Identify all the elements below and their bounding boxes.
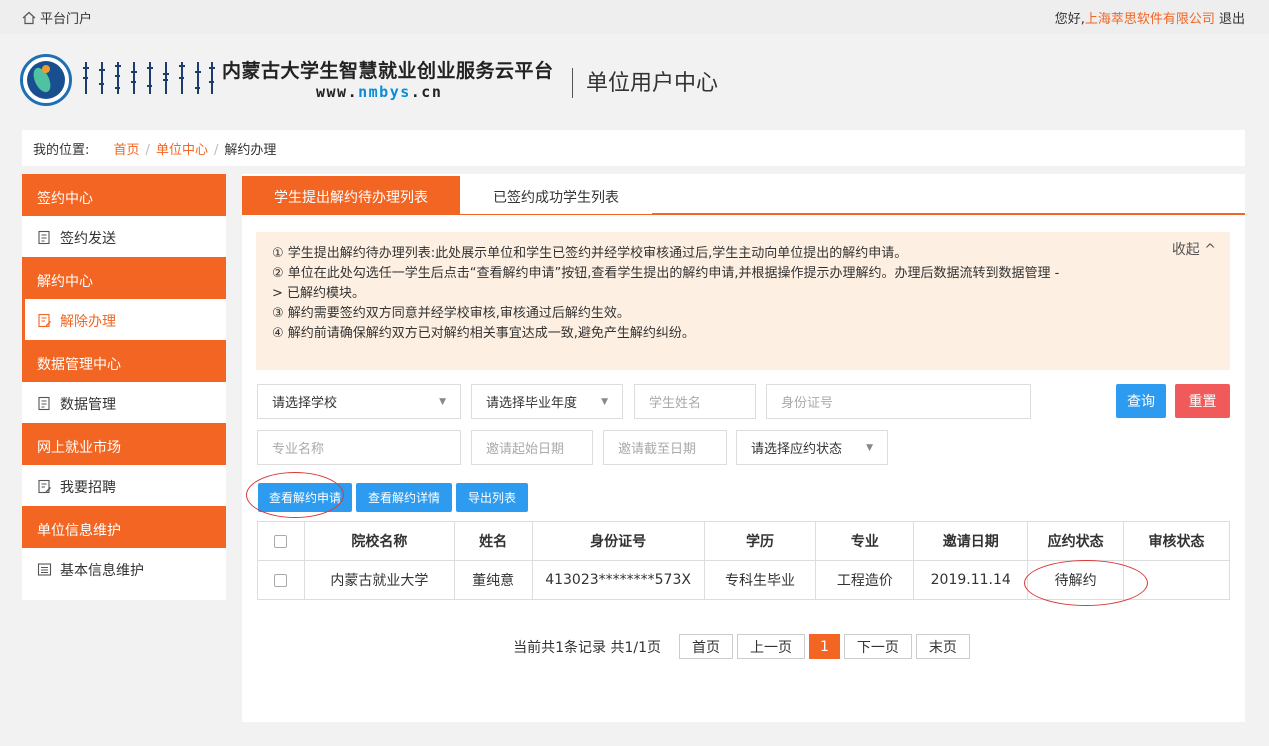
caret-down-icon: ▼ <box>601 396 608 407</box>
sidebar-item-label: 签约发送 <box>60 231 116 247</box>
portal-label: 平台门户 <box>40 12 93 27</box>
select-all-checkbox[interactable] <box>257 521 305 561</box>
status-select[interactable]: 请选择应约状态 ▼ <box>736 430 888 465</box>
document-icon <box>38 396 50 411</box>
center-title: 单位用户中心 <box>586 71 719 96</box>
tab-bar: 学生提出解约待办理列表 已签约成功学生列表 <box>242 176 1245 215</box>
sidebar-item-termination-handle[interactable]: 解除办理 <box>22 299 226 340</box>
major-input[interactable]: 专业名称 <box>257 430 461 465</box>
view-termination-request-button[interactable]: 查看解约申请 <box>258 483 352 512</box>
breadcrumb-home[interactable]: 首页 <box>114 143 140 158</box>
sidebar-item-label: 基本信息维护 <box>60 563 144 579</box>
tab-pending-termination[interactable]: 学生提出解约待办理列表 <box>242 176 460 214</box>
sidebar-item-recruit[interactable]: 我要招聘 <box>22 465 226 506</box>
cell-education: 专科生毕业 <box>703 560 817 600</box>
table-row[interactable]: 内蒙古就业大学 董纯意 413023********573X 专科生毕业 工程造… <box>257 560 1230 600</box>
breadcrumb-unit-center[interactable]: 单位中心 <box>156 143 208 158</box>
sidebar-section-termination: 解约中心 <box>22 257 226 299</box>
column-header: 身份证号 <box>531 521 705 561</box>
id-number-input[interactable]: 身份证号 <box>766 384 1031 419</box>
platform-url: www.nmbys.cn <box>316 83 443 101</box>
top-bar: 平台门户 您好,上海萃思软件有限公司 退出 <box>0 0 1269 34</box>
breadcrumb-label: 我的位置: <box>33 143 90 158</box>
pager-info: 当前共1条记录 共1/1页 <box>513 639 661 656</box>
view-termination-detail-button[interactable]: 查看解约详情 <box>356 483 452 512</box>
collapse-toggle[interactable]: 收起 ^ <box>1172 240 1216 260</box>
column-header: 学历 <box>703 521 817 561</box>
table-header-row: 院校名称 姓名 身份证号 学历 专业 邀请日期 应约状态 审核状态 <box>257 521 1230 561</box>
main-panel: 学生提出解约待办理列表 已签约成功学生列表 收起 ^ ① 学生提出解约待办理列表… <box>242 174 1245 722</box>
caret-down-icon: ▼ <box>439 396 446 407</box>
sidebar-item-data-management[interactable]: 数据管理 <box>22 382 226 423</box>
sidebar-section-job-market: 网上就业市场 <box>22 423 226 465</box>
first-page-button[interactable]: 首页 <box>678 634 733 659</box>
document-icon <box>38 230 50 245</box>
end-date-input[interactable]: 邀请截至日期 <box>603 430 727 465</box>
student-name-input[interactable]: 学生姓名 <box>634 384 756 419</box>
sidebar-item-label: 解除办理 <box>60 314 116 330</box>
caret-down-icon: ▼ <box>866 442 873 453</box>
platform-logo <box>20 54 72 106</box>
column-header: 院校名称 <box>303 521 455 561</box>
prev-page-button[interactable]: 上一页 <box>736 634 805 659</box>
cell-school: 内蒙古就业大学 <box>303 560 455 600</box>
row-checkbox[interactable] <box>257 560 305 600</box>
notice-line: ④ 解约前请确保解约双方已对解约相关事宜达成一致,避免产生解约纠纷。 <box>272 326 695 341</box>
column-header: 专业 <box>815 521 915 561</box>
sidebar-item-sign-send[interactable]: 签约发送 <box>22 216 226 257</box>
sidebar-section-data: 数据管理中心 <box>22 340 226 382</box>
graduation-year-select[interactable]: 请选择毕业年度 ▼ <box>471 384 623 419</box>
edit-document-icon <box>38 479 51 494</box>
sidebar-section-unit-info: 单位信息维护 <box>22 506 226 548</box>
notice-line: ① 学生提出解约待办理列表:此处展示单位和学生已签约并经学校审核通过后,学生主动… <box>272 246 908 261</box>
notice-line: ③ 解约需要签约双方同意并经学校审核,审核通过后解约生效。 <box>272 306 630 321</box>
notice-line: ② 单位在此处勾选任一学生后点击“查看解约申请”按钮,查看学生提出的解约申请,并… <box>272 266 1060 281</box>
query-button[interactable]: 查询 <box>1116 384 1166 418</box>
sidebar-item-basic-info[interactable]: 基本信息维护 <box>22 548 226 589</box>
reset-button[interactable]: 重置 <box>1175 384 1230 418</box>
cell-name: 董纯意 <box>453 560 533 600</box>
breadcrumb: 我的位置: 首页 / 单位中心 / 解约办理 <box>22 130 1245 166</box>
termination-table: 院校名称 姓名 身份证号 学历 专业 邀请日期 应约状态 审核状态 内蒙古就业大… <box>257 521 1230 600</box>
site-header: 内蒙古大学生智慧就业创业服务云平台 www.nmbys.cn 单位用户中心 <box>0 34 1269 126</box>
school-select[interactable]: 请选择学校 ▼ <box>257 384 461 419</box>
pagination: 当前共1条记录 共1/1页 首页 上一页 1 下一页 末页 <box>242 634 1245 659</box>
user-greeting: 您好,上海萃思软件有限公司 退出 <box>1055 8 1245 27</box>
sidebar: 签约中心 签约发送 解约中心 解除办理 数据管理中心 数据管理 网上就业市场 我… <box>22 174 226 600</box>
company-link[interactable]: 上海萃思软件有限公司 <box>1085 12 1215 27</box>
start-date-input[interactable]: 邀请起始日期 <box>471 430 593 465</box>
last-page-button[interactable]: 末页 <box>915 634 970 659</box>
cell-major: 工程造价 <box>815 560 915 600</box>
mongolian-script-logo <box>83 62 215 94</box>
tab-signed-students[interactable]: 已签约成功学生列表 <box>460 176 652 214</box>
column-header: 应约状态 <box>1027 521 1125 561</box>
breadcrumb-current: 解约办理 <box>224 143 277 158</box>
sidebar-item-label: 数据管理 <box>60 397 116 413</box>
column-header: 邀请日期 <box>913 521 1029 561</box>
export-list-button[interactable]: 导出列表 <box>456 483 528 512</box>
next-page-button[interactable]: 下一页 <box>843 634 912 659</box>
notice-line: > 已解约模块。 <box>272 286 366 301</box>
home-icon <box>22 11 36 24</box>
logout-link[interactable]: 退出 <box>1219 12 1245 27</box>
current-page-button[interactable]: 1 <box>808 634 840 659</box>
sidebar-item-label: 我要招聘 <box>60 480 116 496</box>
cell-review-status <box>1123 560 1230 600</box>
column-header: 审核状态 <box>1123 521 1230 561</box>
portal-link[interactable]: 平台门户 <box>22 8 92 27</box>
cell-invite-date: 2019.11.14 <box>913 560 1029 600</box>
notice-box: 收起 ^ ① 学生提出解约待办理列表:此处展示单位和学生已签约并经学校审核通过后… <box>256 232 1230 370</box>
sidebar-section-signing: 签约中心 <box>22 174 226 216</box>
cell-id-number: 413023********573X <box>531 560 705 600</box>
platform-title: 内蒙古大学生智慧就业创业服务云平台 <box>222 60 554 82</box>
greeting-text: 您好, <box>1054 12 1085 27</box>
cell-response-status: 待解约 <box>1027 560 1125 600</box>
edit-document-icon <box>38 313 51 328</box>
column-header: 姓名 <box>453 521 533 561</box>
header-divider <box>572 68 573 98</box>
list-icon <box>37 563 52 576</box>
